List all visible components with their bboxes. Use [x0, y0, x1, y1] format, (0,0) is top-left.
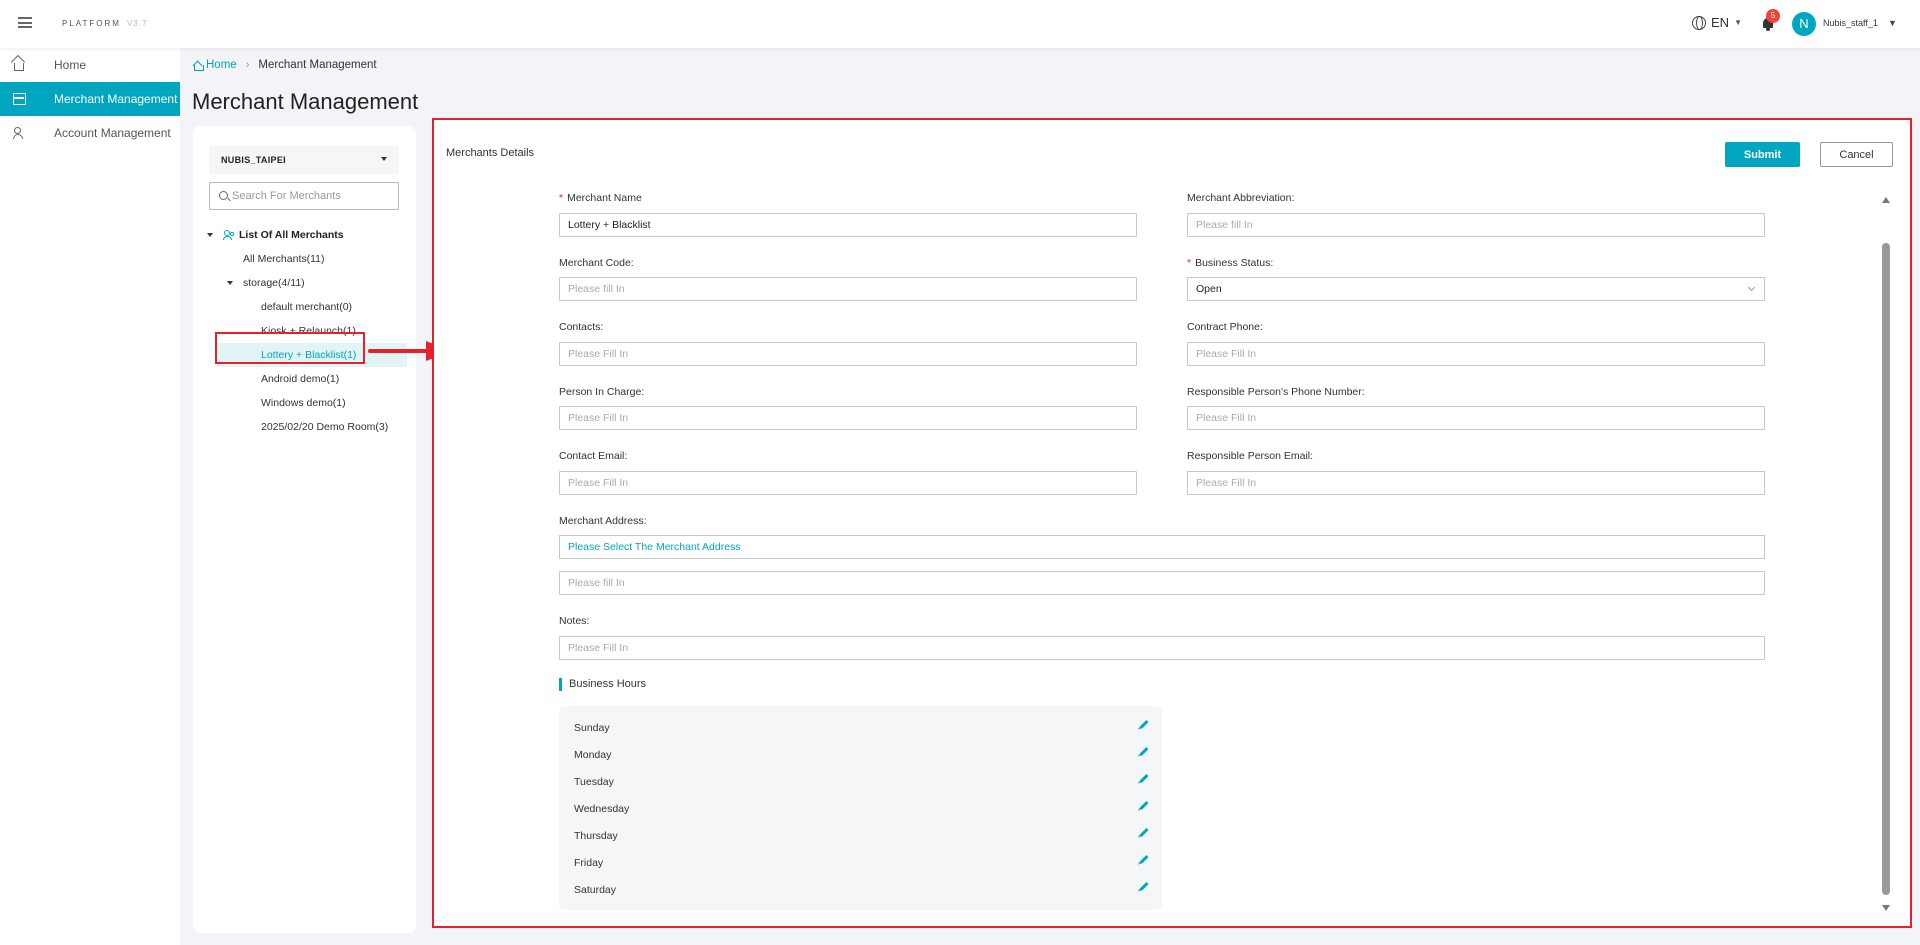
merchant-group-value: NUBIS_TAIPEI: [221, 155, 286, 165]
business-hours-card: Sunday Monday Tuesday Wednesday Thursday…: [559, 706, 1162, 910]
pencil-icon[interactable]: [1139, 854, 1149, 865]
sidebar-item-label: Home: [54, 58, 87, 72]
caret-down-icon: [381, 157, 387, 161]
submit-button[interactable]: Submit: [1725, 142, 1800, 167]
language-label: EN: [1711, 15, 1730, 30]
platform-logo: PLATFORM V3.7: [62, 19, 148, 28]
merchant-tree-panel: NUBIS_TAIPEI List Of All Merchants All M…: [193, 126, 416, 933]
tree-group-storage[interactable]: storage(4/11): [193, 271, 416, 295]
pencil-icon[interactable]: [1139, 746, 1149, 757]
scroll-thumb[interactable]: [1882, 243, 1890, 895]
business-hours-row: Thursday: [574, 825, 1149, 847]
tree-item[interactable]: Android demo(1): [193, 367, 416, 391]
required-asterisk: *: [559, 192, 564, 204]
tree-item[interactable]: Windows demo(1): [193, 391, 416, 415]
sidebar-item-account-management[interactable]: Account Management: [0, 116, 180, 150]
business-hours-row: Tuesday: [574, 771, 1149, 793]
contacts-input[interactable]: [559, 342, 1137, 366]
caret-down-icon[interactable]: [207, 233, 213, 237]
search-icon: [219, 191, 228, 200]
responsible-phone-label: Responsible Person's Phone Number:: [1187, 386, 1365, 398]
responsible-phone-input[interactable]: [1187, 406, 1765, 430]
merchant-group-select[interactable]: NUBIS_TAIPEI: [209, 146, 399, 174]
business-hours-row: Friday: [574, 852, 1149, 874]
sidebar-item-home[interactable]: Home: [0, 48, 180, 82]
merchant-abbreviation-input[interactable]: [1187, 213, 1765, 237]
form-scrollbar[interactable]: [1880, 195, 1892, 917]
pencil-icon[interactable]: [1139, 800, 1149, 811]
language-selector[interactable]: EN ▼: [1692, 15, 1742, 30]
person-in-charge-label: Person In Charge:: [559, 386, 645, 398]
business-hours-row: Saturday: [574, 879, 1149, 901]
breadcrumb-home-link[interactable]: Home: [193, 59, 237, 71]
hamburger-menu-icon[interactable]: [18, 17, 32, 28]
caret-down-icon: ▼: [1734, 18, 1742, 27]
sidebar-item-merchant-management[interactable]: Merchant Management: [0, 82, 180, 116]
tree-item[interactable]: 2025/02/20 Demo Room(3): [193, 415, 416, 439]
tree-root[interactable]: List Of All Merchants: [193, 223, 416, 247]
business-status-label: * Business Status:: [1187, 257, 1274, 269]
pencil-icon[interactable]: [1139, 827, 1149, 838]
merchant-abbreviation-label: Merchant Abbreviation:: [1187, 192, 1295, 204]
notification-badge: 5: [1766, 9, 1780, 23]
merchant-search-input[interactable]: [232, 188, 392, 204]
version-label: V3.7: [126, 19, 148, 28]
home-icon: [14, 63, 24, 71]
top-bar: PLATFORM V3.7 EN ▼ 5 N Nubis_staff_1 ▼: [0, 0, 1920, 48]
business-hours-title: Business Hours: [559, 678, 646, 691]
sidebar: Home Merchant Management Account Managem…: [0, 48, 180, 945]
user-menu-caret-icon[interactable]: ▼: [1888, 18, 1897, 28]
responsible-email-input[interactable]: [1187, 471, 1765, 495]
scroll-down-icon[interactable]: [1882, 905, 1890, 911]
contract-phone-input[interactable]: [1187, 342, 1765, 366]
pencil-icon[interactable]: [1139, 719, 1149, 730]
merchant-code-input[interactable]: [559, 277, 1137, 301]
business-hours-row: Sunday: [574, 717, 1149, 739]
merchant-name-label: * Merchant Name: [559, 192, 642, 204]
merchant-search-box[interactable]: [209, 182, 399, 210]
breadcrumb-current: Merchant Management: [258, 59, 377, 71]
business-hours-row: Wednesday: [574, 798, 1149, 820]
contact-email-input[interactable]: [559, 471, 1137, 495]
required-asterisk: *: [1187, 257, 1192, 269]
business-status-select[interactable]: Open: [1187, 277, 1765, 301]
avatar[interactable]: N: [1792, 12, 1816, 36]
merchant-address-select[interactable]: Please Select The Merchant Address: [559, 535, 1765, 559]
merchant-tree: List Of All Merchants All Merchants(11) …: [193, 223, 416, 439]
globe-icon: [1692, 15, 1706, 30]
breadcrumb: Home › Merchant Management: [193, 59, 377, 71]
home-icon: [193, 61, 204, 71]
sidebar-item-label: Merchant Management: [54, 92, 178, 106]
users-icon: [223, 230, 235, 240]
pencil-icon[interactable]: [1139, 773, 1149, 784]
chevron-down-icon: [1747, 283, 1756, 292]
annotation-highlight-box: [215, 332, 365, 364]
scroll-up-icon[interactable]: [1882, 197, 1890, 203]
caret-down-icon[interactable]: [227, 281, 233, 285]
merchant-name-input[interactable]: [559, 213, 1137, 237]
person-in-charge-input[interactable]: [559, 406, 1137, 430]
sidebar-item-label: Account Management: [54, 126, 171, 140]
username-label[interactable]: Nubis_staff_1: [1823, 18, 1878, 28]
section-title: Merchants Details: [446, 147, 535, 159]
page-title: Merchant Management: [192, 89, 419, 114]
tree-item-all-merchants[interactable]: All Merchants(11): [193, 247, 416, 271]
merchant-address-detail-input[interactable]: [559, 571, 1765, 595]
tree-item[interactable]: default merchant(0): [193, 295, 416, 319]
business-hours-row: Monday: [574, 744, 1149, 766]
cancel-button[interactable]: Cancel: [1820, 142, 1893, 167]
store-icon: [13, 93, 26, 105]
responsible-email-label: Responsible Person Email:: [1187, 450, 1314, 462]
merchant-address-label: Merchant Address:: [559, 515, 647, 527]
pencil-icon[interactable]: [1139, 881, 1149, 892]
chevron-right-icon: ›: [245, 59, 250, 71]
contacts-label: Contacts:: [559, 321, 604, 333]
contract-phone-label: Contract Phone:: [1187, 321, 1263, 333]
notes-input[interactable]: [559, 636, 1765, 660]
notes-label: Notes:: [559, 615, 590, 627]
account-icon: [13, 127, 26, 139]
merchant-code-label: Merchant Code:: [559, 257, 634, 269]
contact-email-label: Contact Email:: [559, 450, 628, 462]
